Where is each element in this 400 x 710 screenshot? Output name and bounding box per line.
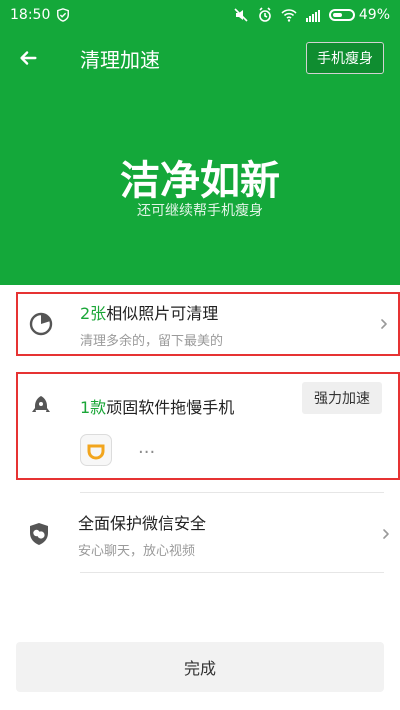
similar-photos-title: 2张相似照片可清理 [80,300,370,324]
cell-signal-icon [305,10,320,22]
similar-photos-subtitle: 清理多余的，留下最美的 [80,333,224,349]
status-time: 18:50 [10,7,51,23]
didi-app-icon[interactable] [80,434,112,466]
wechat-shield-glyph-icon [30,523,48,545]
chevron-right-icon [383,529,389,539]
mute-icon [234,8,248,22]
similar-photos-title-rest: 相似照片可清理 [106,303,219,323]
phone-slim-button[interactable]: 手机瘦身 [306,42,384,74]
battery-icon [328,9,355,21]
chevron-right-icon [381,319,387,329]
more-apps-ellipsis: ··· [138,442,156,463]
wechat-protection-inner: 全面保护微信安全 安心聊天，放心视频 [16,496,400,572]
status-right: 49% [233,7,390,23]
security-shield-icon [57,8,70,22]
status-bar: 18:50 49% [0,0,400,30]
hero-header: 清理加速 手机瘦身 洁净如新 还可继续帮手机瘦身 [0,30,400,285]
wechat-shield-icon [16,521,62,547]
back-arrow-icon [20,51,37,65]
stubborn-software-title-rest: 顽固软件拖慢手机 [106,398,235,417]
photo-icon [18,311,64,337]
similar-photos-row: 2张相似照片可清理 清理多余的，留下最美的 [18,294,398,354]
done-button[interactable]: 完成 [16,642,384,692]
section-divider [80,492,384,493]
similar-photos-text: 2张相似照片可清理 清理多余的，留下最美的 [80,300,370,349]
photo-circle-icon [29,312,53,336]
wifi-icon [281,9,297,22]
wechat-protection-text: 全面保护微信安全 安心聊天，放心视频 [78,510,372,559]
similar-photos-card[interactable]: 2张相似照片可清理 清理多余的，留下最美的 [16,292,400,356]
didi-logo-icon [87,444,105,460]
battery-fill [332,13,342,17]
hero-headline: 洁净如新 [120,158,280,204]
section-divider [80,572,384,573]
wechat-protection-subtitle: 安心聊天，放心视频 [78,543,196,559]
similar-photos-count: 2张 [80,303,107,323]
similar-photos-chevron [370,317,398,331]
back-button[interactable] [0,30,56,86]
page-title: 清理加速 [80,47,160,72]
stubborn-software-card: 1款顽固软件拖慢手机 强力加速 ··· [16,372,400,480]
stubborn-software-count: 1款 [80,398,107,417]
force-accelerate-button[interactable]: 强力加速 [302,382,382,414]
battery-percent: 49% [358,7,390,23]
wechat-protection-row[interactable]: 全面保护微信安全 安心聊天，放心视频 [16,496,400,572]
rocket-icon [18,394,64,418]
battery: 49% [328,7,390,23]
hero-subline: 还可继续帮手机瘦身 [137,203,263,219]
wechat-protection-chevron [372,527,400,541]
rocket-shape-icon [32,396,50,412]
alarm-icon [259,7,271,22]
wechat-protection-title: 全面保护微信安全 [78,513,207,533]
status-left: 18:50 [10,7,70,23]
toolbar: 清理加速 手机瘦身 [0,30,400,86]
